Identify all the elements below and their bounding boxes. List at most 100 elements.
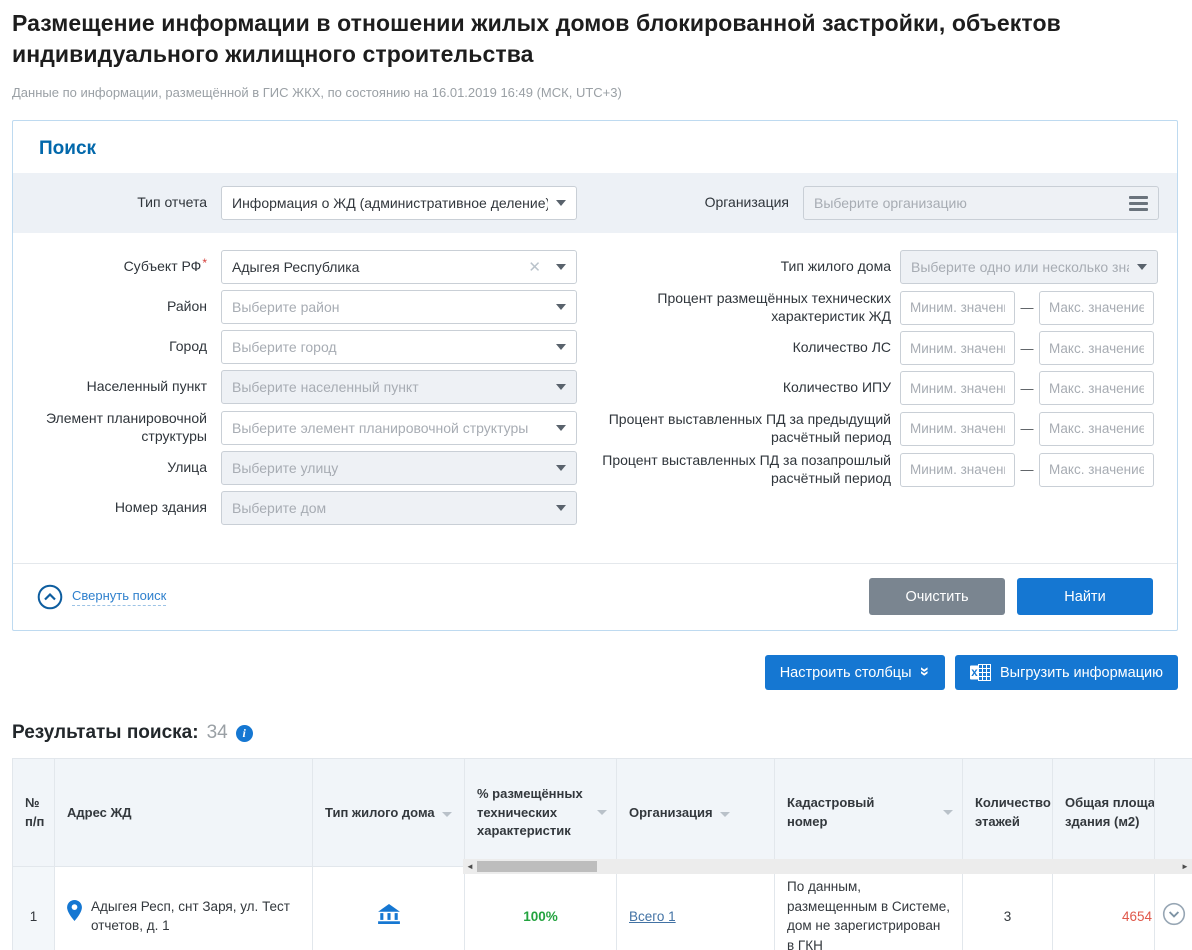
table-row: 1 Адыгея Респ, снт Заря, ул. Тест отчето… bbox=[13, 867, 1192, 950]
row-organization-cell: Всего 1 bbox=[617, 867, 775, 950]
ls-count-max-input[interactable] bbox=[1039, 331, 1154, 365]
export-label: Выгрузить информацию bbox=[1000, 665, 1163, 681]
row-house-type-cell bbox=[313, 867, 465, 950]
page-title: Размещение информации в отношении жилых … bbox=[12, 8, 1178, 69]
double-chevron-down-icon: » bbox=[917, 667, 934, 676]
tech-percent-min-input[interactable] bbox=[900, 291, 1015, 325]
location-pin-icon[interactable] bbox=[67, 900, 82, 921]
house-type-select[interactable]: Выберите одно или несколько значен... bbox=[900, 250, 1158, 284]
pd-before-prev-range-row: Процент выставленных ПД за позапрошлый р… bbox=[595, 452, 1177, 487]
svg-text:x: x bbox=[971, 667, 978, 679]
range-dash: — bbox=[1015, 300, 1039, 315]
col-header-organization-label: Организация bbox=[629, 805, 713, 820]
district-select[interactable]: Выберите район bbox=[221, 290, 577, 324]
building-number-label: Номер здания bbox=[13, 499, 207, 517]
search-form: Субъект РФ* Адыгея Республика ✕ Район Вы… bbox=[13, 233, 1177, 531]
row-floors: 3 bbox=[963, 867, 1053, 950]
collapse-circle-icon bbox=[37, 584, 63, 610]
scroll-right-arrow[interactable]: ► bbox=[1178, 859, 1192, 874]
row-tech-percent-cell: 100% bbox=[465, 867, 617, 950]
chevron-down-icon bbox=[556, 304, 566, 310]
horizontal-scrollbar[interactable]: ◄ ► bbox=[463, 859, 1192, 874]
street-select[interactable]: Выберите улицу bbox=[221, 451, 577, 485]
col-header-house-type[interactable]: Тип жилого дома bbox=[313, 759, 465, 867]
row-tech-percent: 100% bbox=[523, 909, 558, 924]
chevron-down-icon bbox=[556, 465, 566, 471]
row-expand-cell bbox=[1155, 867, 1192, 950]
tech-percent-max-input[interactable] bbox=[1039, 291, 1154, 325]
organization-picker[interactable]: Выберите организацию bbox=[803, 186, 1159, 220]
ipu-count-min-input[interactable] bbox=[900, 371, 1015, 405]
tech-percent-range-row: Процент размещённых технических характер… bbox=[595, 290, 1177, 325]
scroll-left-arrow[interactable]: ◄ bbox=[463, 859, 477, 874]
clear-icon[interactable]: ✕ bbox=[528, 260, 541, 275]
ipu-count-max-input[interactable] bbox=[1039, 371, 1154, 405]
ipu-count-range-label: Количество ИПУ bbox=[595, 379, 891, 397]
pd-prev-max-input[interactable] bbox=[1039, 412, 1154, 446]
pd-before-prev-max-input[interactable] bbox=[1039, 453, 1154, 487]
results-header: Результаты поиска: 34 i bbox=[12, 722, 1178, 744]
info-icon[interactable]: i bbox=[236, 725, 253, 742]
district-placeholder: Выберите район bbox=[232, 299, 548, 315]
form-left-column: Субъект РФ* Адыгея Республика ✕ Район Вы… bbox=[13, 250, 595, 531]
clear-button[interactable]: Очистить bbox=[869, 578, 1005, 615]
sort-icon[interactable] bbox=[597, 810, 607, 815]
export-button[interactable]: x Выгрузить информацию bbox=[955, 655, 1178, 690]
building-number-placeholder: Выберите дом bbox=[232, 500, 548, 516]
search-panel: Поиск Тип отчета Информация о ЖД (админи… bbox=[12, 120, 1178, 631]
report-type-value: Информация о ЖД (административное делени… bbox=[232, 195, 548, 211]
pd-before-prev-min-input[interactable] bbox=[900, 453, 1015, 487]
sort-icon[interactable] bbox=[442, 812, 452, 817]
building-number-select[interactable]: Выберите дом bbox=[221, 491, 577, 525]
house-type-row: Тип жилого дома Выберите одно или нескол… bbox=[595, 250, 1177, 284]
house-type-label: Тип жилого дома bbox=[595, 258, 891, 276]
col-header-floors-label: Количество этажей bbox=[975, 795, 1051, 828]
col-header-total-area-label: Общая площадь здания (м2) bbox=[1065, 794, 1155, 830]
hamburger-icon[interactable] bbox=[1129, 196, 1148, 211]
range-dash: — bbox=[1015, 341, 1039, 356]
pd-prev-min-input[interactable] bbox=[900, 412, 1015, 446]
col-header-num: № п/п bbox=[13, 759, 55, 867]
street-row: Улица Выберите улицу bbox=[13, 451, 595, 485]
settlement-select[interactable]: Выберите населенный пункт bbox=[221, 370, 577, 404]
configure-columns-label: Настроить столбцы bbox=[780, 665, 912, 681]
organization-link[interactable]: Всего 1 bbox=[629, 909, 676, 924]
chevron-down-icon bbox=[1137, 264, 1147, 270]
report-type-select[interactable]: Информация о ЖД (административное делени… bbox=[221, 186, 577, 220]
ls-count-min-input[interactable] bbox=[900, 331, 1015, 365]
building-number-row: Номер здания Выберите дом bbox=[13, 491, 595, 525]
col-header-address: Адрес ЖД bbox=[55, 759, 313, 867]
collapse-search-label: Свернуть поиск bbox=[72, 588, 166, 606]
city-row: Город Выберите город bbox=[13, 330, 595, 364]
col-header-organization[interactable]: Организация bbox=[617, 759, 775, 867]
report-type-row: Тип отчета Информация о ЖД (администрати… bbox=[13, 186, 595, 220]
planning-element-select[interactable]: Выберите элемент планировочной структуры bbox=[221, 411, 577, 445]
subject-rf-select[interactable]: Адыгея Республика ✕ bbox=[221, 250, 577, 284]
col-header-house-type-label: Тип жилого дома bbox=[325, 805, 435, 820]
house-type-placeholder: Выберите одно или несколько значен... bbox=[911, 259, 1129, 275]
sort-icon[interactable] bbox=[943, 810, 953, 815]
street-placeholder: Выберите улицу bbox=[232, 460, 548, 476]
subject-rf-label-text: Субъект РФ bbox=[124, 258, 202, 274]
row-address: Адыгея Респ, снт Заря, ул. Тест отчетов,… bbox=[91, 897, 300, 936]
scrollbar-thumb[interactable] bbox=[477, 861, 597, 872]
collapse-search-link[interactable]: Свернуть поиск bbox=[37, 584, 166, 610]
range-dash: — bbox=[1015, 381, 1039, 396]
ipu-count-range-row: Количество ИПУ — bbox=[595, 371, 1177, 405]
expand-chevron-icon[interactable] bbox=[1162, 902, 1186, 926]
results-count: 34 bbox=[207, 722, 228, 744]
city-select[interactable]: Выберите город bbox=[221, 330, 577, 364]
chevron-down-icon bbox=[556, 264, 566, 270]
row-cadastral: По данным, размещенным в Системе, дом не… bbox=[775, 867, 963, 950]
col-header-tech-percent[interactable]: % размещённых технических характеристик bbox=[465, 759, 617, 867]
organization-placeholder: Выберите организацию bbox=[814, 195, 1121, 211]
find-button[interactable]: Найти bbox=[1017, 578, 1153, 615]
district-row: Район Выберите район bbox=[13, 290, 595, 324]
house-icon[interactable] bbox=[378, 904, 400, 924]
required-asterisk: * bbox=[202, 256, 207, 270]
configure-columns-button[interactable]: Настроить столбцы » bbox=[765, 655, 945, 690]
sort-icon[interactable] bbox=[720, 812, 730, 817]
row-num: 1 bbox=[13, 867, 55, 950]
organization-label: Организация bbox=[595, 194, 789, 212]
col-header-cadastral[interactable]: Кадастровый номер bbox=[775, 759, 963, 867]
